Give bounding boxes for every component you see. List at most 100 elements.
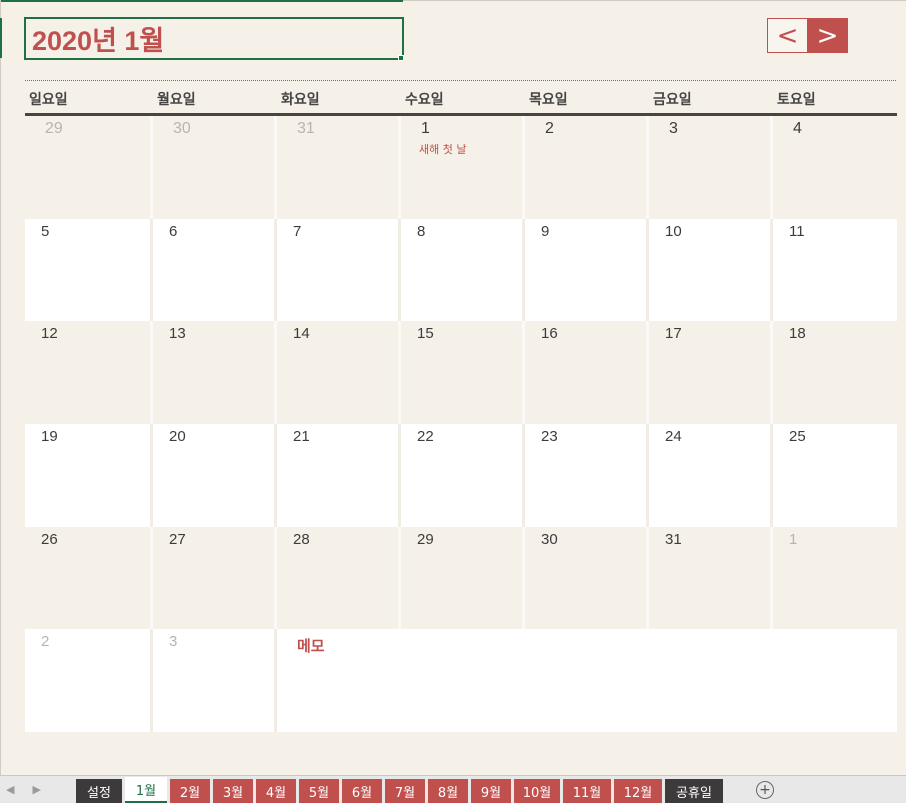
day-cell[interactable]: 22 bbox=[401, 423, 525, 527]
day-cell[interactable]: 18 bbox=[773, 321, 897, 424]
day-number: 29 bbox=[417, 530, 434, 548]
sheet-tab[interactable]: 9월 bbox=[471, 779, 511, 803]
day-cell[interactable]: 6 bbox=[153, 218, 277, 322]
sheet-tab[interactable]: 8월 bbox=[428, 779, 468, 803]
sheet-tab[interactable]: 12월 bbox=[614, 779, 662, 803]
weekday-label: 목요일 bbox=[529, 90, 568, 107]
sheet-left-border bbox=[0, 0, 1, 775]
day-cell[interactable]: 7 bbox=[277, 218, 401, 322]
day-cell[interactable]: 2 bbox=[525, 116, 649, 219]
scroll-right-icon[interactable]: ▶ bbox=[32, 783, 40, 796]
add-sheet-icon[interactable]: + bbox=[756, 780, 774, 799]
weekday-label: 월요일 bbox=[157, 90, 196, 107]
day-cell[interactable]: 23 bbox=[525, 423, 649, 527]
weekday-label: 일요일 bbox=[29, 90, 68, 107]
day-number: 28 bbox=[293, 530, 310, 548]
day-cell[interactable]: 26 bbox=[25, 526, 153, 630]
next-month-button[interactable]: > bbox=[807, 18, 848, 53]
sheet-tab-bar: ◀ ▶ 설정 1월 2월 3월 4월 5월 6월 7월 8월 9월 10월 11월 12월 공휴일 + bbox=[0, 775, 906, 803]
day-number: 30 bbox=[541, 530, 558, 548]
day-number: 17 bbox=[665, 325, 682, 343]
sheet-tab[interactable]: 2월 bbox=[170, 779, 210, 803]
sheet-tab[interactable]: 설정 bbox=[76, 779, 122, 803]
day-cell[interactable]: 20 bbox=[153, 423, 277, 527]
sheet-tabs: 설정 1월 2월 3월 4월 5월 6월 7월 8월 9월 10월 11월 12월 공휴일 bbox=[76, 776, 726, 803]
day-cell[interactable]: 21 bbox=[277, 423, 401, 527]
day-cell[interactable]: 14 bbox=[277, 321, 401, 424]
day-cell[interactable]: 11 bbox=[773, 218, 897, 322]
tab-scroll-arrows: ◀ ▶ bbox=[0, 783, 76, 796]
day-number: 16 bbox=[541, 325, 558, 343]
day-number: 3 bbox=[669, 120, 678, 137]
day-cell[interactable]: 29 bbox=[25, 116, 153, 219]
day-cell[interactable]: 31 bbox=[649, 526, 773, 630]
day-cell[interactable]: 8 bbox=[401, 218, 525, 322]
day-number: 15 bbox=[417, 325, 434, 343]
day-cell[interactable]: 10 bbox=[649, 218, 773, 322]
day-number: 6 bbox=[169, 222, 178, 240]
sheet-tab[interactable]: 6월 bbox=[342, 779, 382, 803]
day-number: 3 bbox=[169, 633, 178, 651]
day-number: 23 bbox=[541, 427, 558, 445]
day-number: 4 bbox=[793, 120, 802, 137]
memo-label: 메모 bbox=[297, 637, 325, 656]
day-cell[interactable]: 17 bbox=[649, 321, 773, 424]
day-cell[interactable]: 30 bbox=[525, 526, 649, 630]
day-number: 5 bbox=[41, 222, 50, 240]
day-cell[interactable]: 3 bbox=[153, 629, 277, 732]
weekday-label: 화요일 bbox=[281, 90, 320, 107]
day-cell[interactable]: 27 bbox=[153, 526, 277, 630]
day-number: 12 bbox=[41, 325, 58, 343]
day-number: 1 bbox=[421, 120, 430, 137]
calendar-grid: 29 30 31 1 새해 첫 날 2 3 4 5 6 7 8 9 10 11 12 13 14 15 16 17 18 1… bbox=[25, 116, 897, 732]
day-number: 9 bbox=[541, 222, 550, 240]
sheet-tab[interactable]: 3월 bbox=[213, 779, 253, 803]
day-cell[interactable]: 29 bbox=[401, 526, 525, 630]
day-cell[interactable]: 2 bbox=[25, 629, 153, 732]
day-number: 24 bbox=[665, 427, 682, 445]
day-cell[interactable]: 3 bbox=[649, 116, 773, 219]
calendar-title-cell[interactable]: 2020년 1월 bbox=[24, 17, 404, 60]
sheet-tab[interactable]: 5월 bbox=[299, 779, 339, 803]
holiday-note: 새해 첫 날 bbox=[419, 143, 467, 156]
day-number: 11 bbox=[789, 222, 805, 240]
day-cell[interactable]: 13 bbox=[153, 321, 277, 424]
weekday-label: 금요일 bbox=[653, 90, 692, 107]
day-cell[interactable]: 31 bbox=[277, 116, 401, 219]
day-cell[interactable]: 19 bbox=[25, 423, 153, 527]
day-number: 26 bbox=[41, 530, 58, 548]
sheet-tab[interactable]: 4월 bbox=[256, 779, 296, 803]
day-cell[interactable]: 30 bbox=[153, 116, 277, 219]
day-number: 20 bbox=[169, 427, 186, 445]
day-number: 22 bbox=[417, 427, 434, 445]
day-number: 31 bbox=[297, 120, 315, 137]
day-cell[interactable]: 12 bbox=[25, 321, 153, 424]
weekday-label: 수요일 bbox=[405, 90, 444, 107]
sheet-tab[interactable]: 1월 bbox=[125, 777, 167, 803]
fill-handle[interactable] bbox=[398, 55, 404, 61]
memo-area[interactable]: 메모 bbox=[277, 629, 897, 732]
day-cell[interactable]: 24 bbox=[649, 423, 773, 527]
day-cell[interactable]: 28 bbox=[277, 526, 401, 630]
sheet-tab[interactable]: 10월 bbox=[514, 779, 560, 803]
sheet-tab[interactable]: 7월 bbox=[385, 779, 425, 803]
day-cell[interactable]: 16 bbox=[525, 321, 649, 424]
scroll-left-icon[interactable]: ◀ bbox=[6, 783, 14, 796]
day-number: 18 bbox=[789, 325, 806, 343]
day-number: 25 bbox=[789, 427, 806, 445]
day-cell[interactable]: 15 bbox=[401, 321, 525, 424]
sheet-tab[interactable]: 11월 bbox=[563, 779, 611, 803]
header-dotted-divider bbox=[25, 80, 896, 81]
day-cell[interactable]: 1 bbox=[773, 526, 897, 630]
sheet-tab[interactable]: 공휴일 bbox=[665, 779, 723, 803]
day-number: 30 bbox=[173, 120, 191, 137]
day-cell[interactable]: 9 bbox=[525, 218, 649, 322]
day-cell[interactable]: 1 새해 첫 날 bbox=[401, 116, 525, 219]
day-cell[interactable]: 5 bbox=[25, 218, 153, 322]
day-cell[interactable]: 4 bbox=[773, 116, 897, 219]
column-selection-indicator bbox=[0, 0, 403, 2]
day-number: 10 bbox=[665, 222, 682, 240]
prev-month-button[interactable]: < bbox=[767, 18, 808, 53]
day-number: 2 bbox=[545, 120, 554, 137]
day-cell[interactable]: 25 bbox=[773, 423, 897, 527]
